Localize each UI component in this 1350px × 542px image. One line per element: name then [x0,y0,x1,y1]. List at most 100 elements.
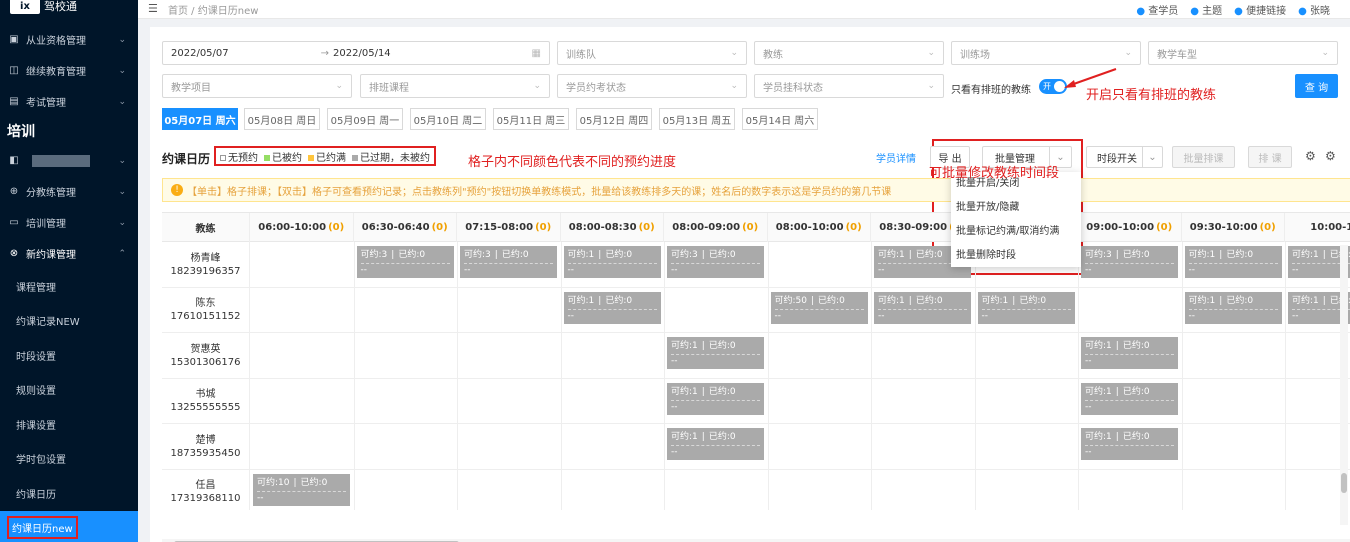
date-tab[interactable]: 05月08日 周日 [244,108,320,130]
field-select[interactable]: 训练场 ⌄ [951,41,1141,65]
time-column-header[interactable]: 06:00-10:00 (0) [250,213,354,242]
time-column-header[interactable]: 08:00-10:00 (0) [768,213,871,242]
quick-links[interactable]: ● 便捷链接 [1234,2,1286,17]
vertical-scrollbar[interactable] [1340,245,1348,525]
sidebar-item-exam[interactable]: ▤ 考试管理 ⌄ [0,86,138,117]
time-slot-cell[interactable]: 可约:3 | 已约:0 -- [667,246,764,278]
time-column-header[interactable]: 09:00-10:00 (0) [1078,213,1182,242]
slot-separator: | [293,477,297,488]
coach-cell[interactable]: 陈东 17610151152 [162,287,250,333]
date-tab[interactable]: 05月13日 周五 [659,108,735,130]
date-range-picker[interactable]: 2022/05/07 → 2022/05/14 ▦ [162,41,550,65]
search-student-link[interactable]: ● 查学员 [1136,2,1178,17]
coach-cell[interactable]: 楚博 18735935450 [162,424,250,469]
date-tab[interactable]: 05月10日 周二 [410,108,486,130]
sidebar-sub-rules[interactable]: 规则设置 [0,373,138,408]
time-slot-cell[interactable]: 可约:1|已约:0-- [667,382,764,415]
slot-separator: | [908,295,912,306]
dropdown-item-visibility[interactable]: 批量开放/隐藏 [951,196,1081,220]
sidebar-sub-hour-pack[interactable]: 学时包设置 [0,442,138,477]
time-slot-cell[interactable]: 可约:3 | 已约:0 -- [356,246,454,278]
time-slot-cell[interactable]: 可约:1|已约:0-- [563,291,661,324]
time-slot-cell[interactable]: 可约:1|已约:0-- [667,337,764,369]
time-column-header[interactable]: 08:00-08:30 (0) [561,213,664,242]
time-slot-cell[interactable]: 可约:1|已约:0-- [563,246,661,278]
scrollbar-thumb[interactable] [1341,473,1347,493]
date-tab[interactable]: 05月07日 周六 [162,108,238,130]
slot-booked: 已约:0 [708,250,736,260]
coach-cell[interactable]: 贺惠英 15301306176 [162,333,250,378]
time-column-header[interactable]: 07:15-08:00 (0) [457,213,561,242]
sidebar-item-new-booking[interactable]: ⊗ 新约课管理 ⌃ [0,238,138,269]
time-slot-cell[interactable]: 可约:1|已约:0-- [1081,337,1178,369]
dropdown-item-mark-full[interactable]: 批量标记约满/取消约满 [951,220,1081,244]
grid-divider [1078,469,1079,510]
date-tab[interactable]: 05月11日 周三 [493,108,569,130]
slot-available: 可约:1 [1292,295,1319,306]
schedule-button[interactable]: 排 课 [1248,146,1292,168]
car-type-select[interactable]: 教学车型 ⌄ [1148,41,1338,65]
logo[interactable]: ix 驾校通 [0,0,138,18]
dropdown-item-delete[interactable]: 批量删除时段 [951,244,1081,268]
sidebar-sub-calendar[interactable]: 约课日历 [0,476,138,511]
team-select[interactable]: 训练队 ⌄ [557,41,747,65]
student-status-select[interactable]: 学员挂科状态 ⌄ [754,74,944,98]
slot-switch-button[interactable]: 时段开关 ⌄ [1086,146,1163,168]
menu-toggle-icon[interactable]: ☰ [148,2,158,15]
sidebar-sub-course[interactable]: 课程管理 [0,269,138,304]
date-tab[interactable]: 05月14日 周六 [742,108,818,130]
schedule-course-select[interactable]: 排班课程 ⌄ [360,74,550,98]
time-slot-cell[interactable]: 可约:1|已约:0-- [1184,291,1282,324]
user-menu[interactable]: ● 张晓 [1298,2,1330,17]
sidebar-item-continuing-edu[interactable]: ◫ 继续教育管理 ⌄ [0,55,138,86]
date-tab[interactable]: 05月09日 周一 [327,108,403,130]
project-select[interactable]: 教学项目 ⌄ [162,74,352,98]
query-button[interactable]: 查 询 [1295,74,1338,98]
batch-manage-dropdown: 批量开启/关闭 批量开放/隐藏 批量标记约满/取消约满 批量删除时段 [951,172,1081,267]
time-column-header[interactable]: 09:30-10:00 (0) [1182,213,1285,242]
coach-cell[interactable]: 任昌 17319368110 [162,469,250,510]
grid-divider [1285,469,1286,510]
time-column-header[interactable]: 10:00-10 [1285,213,1350,242]
sidebar-sub-booking-records[interactable]: 约课记录NEW [0,304,138,339]
time-slot-cell[interactable]: 可约:1|已约:0-- [977,291,1075,324]
batch-schedule-button[interactable]: 批量排课 [1172,146,1235,168]
time-slot-cell[interactable]: 可约:3 | 已约:0 -- [1081,246,1178,278]
sidebar-sub-calendar-new[interactable]: 约课日历new [0,510,138,542]
sidebar-item-training[interactable]: ▭ 培训管理 ⌄ [0,207,138,238]
sidebar-item-sub-coach[interactable]: ⊕ 分教练管理 ⌄ [0,176,138,207]
time-column-header[interactable]: 06:30-06:40 (0) [354,213,457,242]
time-slot-cell[interactable]: 可约:1|已约:0-- [1081,382,1178,415]
chevron-down-icon: ⌄ [335,81,343,91]
gear-icon[interactable]: ⚙ [1325,149,1336,163]
time-slot-cell[interactable]: 可约:3 | 已约:0 -- [460,246,557,278]
time-slot-cell[interactable]: 可约:10 | 已约:0 -- [253,473,350,506]
student-exam-select[interactable]: 学员约考状态 ⌄ [557,74,747,98]
slot-separator: | [1115,250,1119,260]
time-slot-cell[interactable]: 可约:1|已约:0-- [667,428,764,460]
grid-divider [1181,287,1183,333]
theme-link[interactable]: ● 主题 [1190,2,1222,17]
coach-cell[interactable]: 杨青峰 18239196357 [162,242,250,287]
time-slot-cell[interactable]: 可约:1|已约:0-- [1184,246,1282,278]
student-detail-link[interactable]: 学员详情 [876,150,916,165]
coach-cell[interactable]: 书城 13255555555 [162,378,250,424]
coach-placeholder: 教练 [763,49,783,61]
time-range-label: 07:15-08:00 [465,222,534,233]
avatar: ● [1298,6,1307,17]
sidebar-sub-schedule-settings[interactable]: 排课设置 [0,407,138,442]
time-slot-cell[interactable]: 可约:1|已约:0-- [874,291,971,324]
time-slot-cell[interactable]: 可约:1|已约:0-- [1081,428,1178,460]
sidebar-sub-time-settings[interactable]: 时段设置 [0,338,138,373]
settings-icon[interactable]: ⚙ [1305,149,1316,163]
sidebar-item-qualification[interactable]: ▣ 从业资格管理 ⌄ [0,24,138,55]
chevron-down-icon: ⌄ [1124,48,1132,58]
time-range-label: 10:00-10 [1310,222,1350,233]
slot-students: -- [1085,399,1174,413]
grid-divider [353,378,355,424]
time-column-header[interactable]: 08:00-09:00 (0) [664,213,768,242]
sidebar-item-redacted[interactable]: ◧ ⌄ [0,145,138,176]
time-slot-cell[interactable]: 可约:50 | 已约:0 -- [770,291,868,324]
coach-select[interactable]: 教练 ⌄ [754,41,944,65]
date-tab[interactable]: 05月12日 周四 [576,108,652,130]
